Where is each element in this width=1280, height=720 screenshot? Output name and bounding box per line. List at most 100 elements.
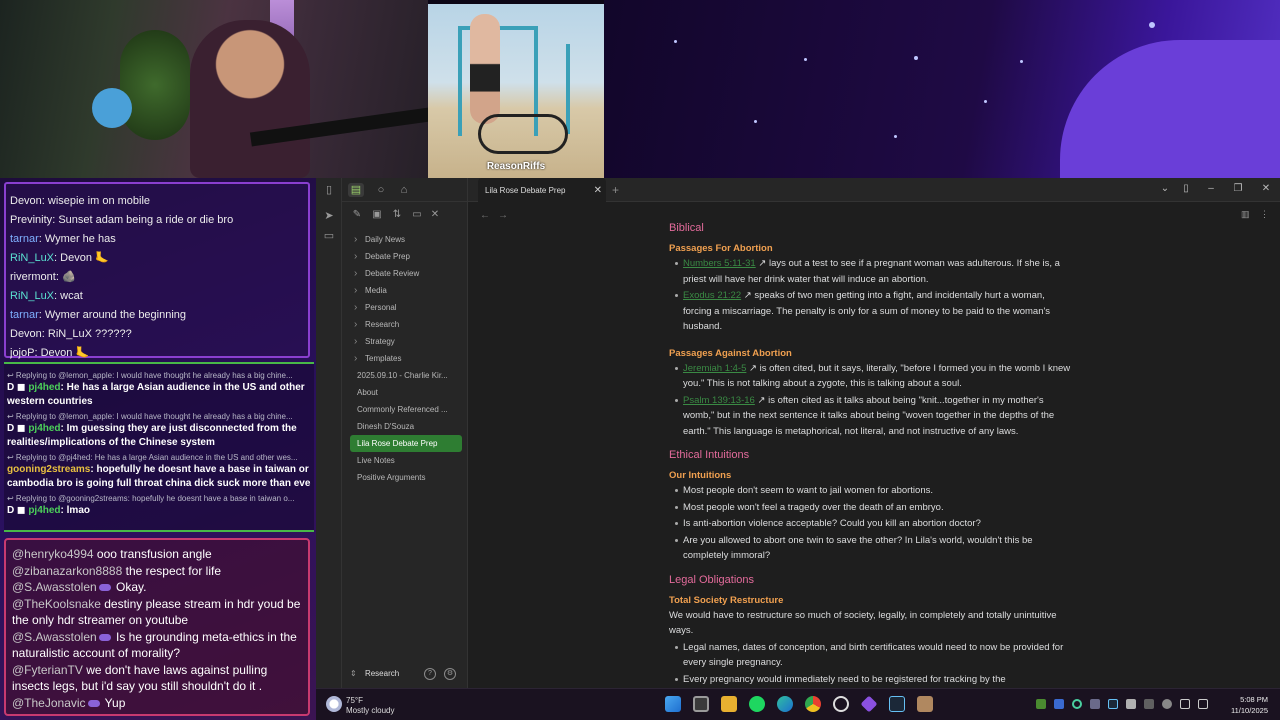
volume-icon[interactable] xyxy=(1198,699,1208,709)
new-tab-icon[interactable]: + xyxy=(612,183,619,197)
canvas-icon[interactable]: ▭ xyxy=(322,230,336,242)
chat-message: jojoP: Devon 🦶 xyxy=(10,347,90,359)
chat-username: tarnar xyxy=(10,309,39,321)
list-item: Most people won't feel a tragedy over th… xyxy=(669,500,1075,516)
spotify-icon[interactable] xyxy=(749,696,765,712)
scripture-link[interactable]: Jeremiah 1:4-5 xyxy=(683,363,746,374)
sidebar-toggle-icon[interactable]: ▯ xyxy=(322,184,336,196)
folder-personal[interactable]: Personal xyxy=(350,299,462,316)
settings-gear-icon[interactable]: ⚙ xyxy=(444,668,456,680)
forward-arrow-icon[interactable]: → xyxy=(498,210,508,221)
file-about[interactable]: About xyxy=(350,384,462,401)
tab-list-chevron-icon[interactable]: ⌄ xyxy=(1158,183,1172,194)
weather-temp: 75°F xyxy=(346,696,363,705)
tray-app-icon[interactable] xyxy=(1036,699,1046,709)
editor-pane: Lila Rose Debate Prep ✕ + ⌄ ▯ – ❐ ✕ ← → … xyxy=(468,178,1280,688)
chat-message: @henryko4994 ooo transfusion angle xyxy=(12,546,302,563)
openai-icon[interactable] xyxy=(833,696,849,712)
file-explorer-icon[interactable] xyxy=(721,696,737,712)
files-tab-icon[interactable]: ▤ xyxy=(348,183,364,197)
tab-lila-rose-debate-prep[interactable]: Lila Rose Debate Prep ✕ xyxy=(478,178,606,203)
chat-text: the respect for life xyxy=(125,563,221,578)
file-explorer: ▤ ○ ⌂ ✎ ▣ ⇅ ▭ ✕ Daily NewsDebate PrepDeb… xyxy=(342,178,468,688)
wifi-icon[interactable] xyxy=(1180,699,1190,709)
task-view-icon[interactable] xyxy=(693,696,709,712)
app-icon[interactable] xyxy=(917,696,933,712)
chat-message: D ◼ pj4hed: He has a large Asian audience… xyxy=(7,382,305,407)
vault-switcher[interactable]: ⇕ Research ? ⚙ xyxy=(350,666,462,682)
chat-text: Wymer he has xyxy=(44,233,116,245)
close-window-icon[interactable]: ✕ xyxy=(1259,183,1273,194)
edge-icon[interactable] xyxy=(777,696,793,712)
new-note-icon[interactable]: ✎ xyxy=(351,209,363,221)
tray-bolt-icon[interactable] xyxy=(1054,699,1064,709)
chat-username: Devon xyxy=(10,195,42,207)
tray-ring-icon[interactable] xyxy=(1072,699,1082,709)
chat-message: Devon: RiN_LuX ?????? xyxy=(10,328,132,340)
file-lila-rose-debate-prep[interactable]: Lila Rose Debate Prep xyxy=(350,435,462,452)
chat-text: Devon 🦶 xyxy=(60,252,109,264)
maximize-icon[interactable]: ❐ xyxy=(1231,183,1245,194)
right-sidebar-toggle-icon[interactable]: ▯ xyxy=(1179,183,1193,194)
file-positive-arguments[interactable]: Positive Arguments xyxy=(350,469,462,486)
chat-message: Devon: wisepie im on mobile xyxy=(10,195,151,207)
system-clock[interactable]: 5:08 PM 11/10/2025 xyxy=(1231,694,1268,716)
person-figure xyxy=(470,14,500,124)
chat-text: ooo transfusion angle xyxy=(96,547,212,561)
member-badge-icon xyxy=(87,699,100,707)
file-2025-09-10-charlie-kir[interactable]: 2025.09.10 - Charlie Kir... xyxy=(350,367,462,384)
sort-icon[interactable]: ⇅ xyxy=(391,209,403,221)
reading-view-icon[interactable]: ▥ xyxy=(1241,209,1250,220)
tray-cloud-icon[interactable] xyxy=(1144,699,1154,709)
tray-gear-icon[interactable] xyxy=(1162,699,1172,709)
close-tab-icon[interactable]: ✕ xyxy=(594,178,602,203)
member-badge-icon xyxy=(98,584,111,592)
more-options-icon[interactable]: ⋮ xyxy=(1260,209,1269,220)
scripture-link[interactable]: Psalm 139:13-16 xyxy=(683,395,755,406)
chat-username: Previnity xyxy=(10,214,53,226)
folder-media[interactable]: Media xyxy=(350,282,462,299)
figurine xyxy=(92,88,132,128)
tray-discord-icon[interactable] xyxy=(1126,699,1136,709)
reply-chat: ↩ Replying to @lemon_apple: I would have… xyxy=(4,362,314,532)
plant xyxy=(120,30,190,140)
scripture-link[interactable]: Exodus 21:22 xyxy=(683,290,741,301)
chat-message: RiN_LuX: wcat xyxy=(10,290,83,302)
folder-daily-news[interactable]: Daily News xyxy=(350,231,462,248)
tray-audio-icon[interactable] xyxy=(1090,699,1100,709)
reply-context: ↩ Replying to @lemon_apple: I would have… xyxy=(7,412,293,421)
minimize-icon[interactable]: – xyxy=(1204,183,1218,194)
file-commonly-referenced[interactable]: Commonly Referenced ... xyxy=(350,401,462,418)
chat-message: gooning2streams: hopefully he doesnt hav… xyxy=(7,464,311,489)
bookmarks-tab-icon[interactable]: ⌂ xyxy=(396,183,412,197)
scripture-link[interactable]: Numbers 5:11-31 xyxy=(683,258,756,269)
file-live-notes[interactable]: Live Notes xyxy=(350,452,462,469)
start-icon[interactable] xyxy=(665,696,681,712)
folder-templates[interactable]: Templates xyxy=(350,350,462,367)
send-icon[interactable]: ➤ xyxy=(322,210,336,222)
heading-passages-for: Passages For Abortion xyxy=(669,243,773,254)
chat-text: Okay. xyxy=(116,580,147,594)
steam-icon[interactable] xyxy=(889,696,905,712)
new-folder-icon[interactable]: ▣ xyxy=(371,209,383,221)
collapse-icon[interactable]: ▭ xyxy=(411,209,423,221)
tray-steam-icon[interactable] xyxy=(1108,699,1118,709)
chat-message: @FyterianTV we don't have laws against p… xyxy=(12,662,302,695)
file-dinesh-d-souza[interactable]: Dinesh D'Souza xyxy=(350,418,462,435)
chrome-icon[interactable] xyxy=(805,696,821,712)
obsidian-icon[interactable] xyxy=(860,695,878,713)
external-link-icon: ↗ xyxy=(746,362,760,374)
chat-badge: D ◼ xyxy=(7,382,26,393)
chat-username: RiN_LuX xyxy=(10,252,55,264)
help-icon[interactable]: ? xyxy=(424,668,436,680)
folder-strategy[interactable]: Strategy xyxy=(350,333,462,350)
close-all-icon[interactable]: ✕ xyxy=(429,209,441,221)
folder-research[interactable]: Research xyxy=(350,316,462,333)
chat-message: tarnar: Wymer around the beginning xyxy=(10,309,187,321)
chat-message: tarnar: Wymer he has xyxy=(10,233,116,245)
folder-debate-review[interactable]: Debate Review xyxy=(350,265,462,282)
weather-widget[interactable]: 75°F Mostly cloudy xyxy=(326,694,406,716)
search-tab-icon[interactable]: ○ xyxy=(373,183,389,197)
folder-debate-prep[interactable]: Debate Prep xyxy=(350,248,462,265)
back-arrow-icon[interactable]: ← xyxy=(480,210,490,221)
